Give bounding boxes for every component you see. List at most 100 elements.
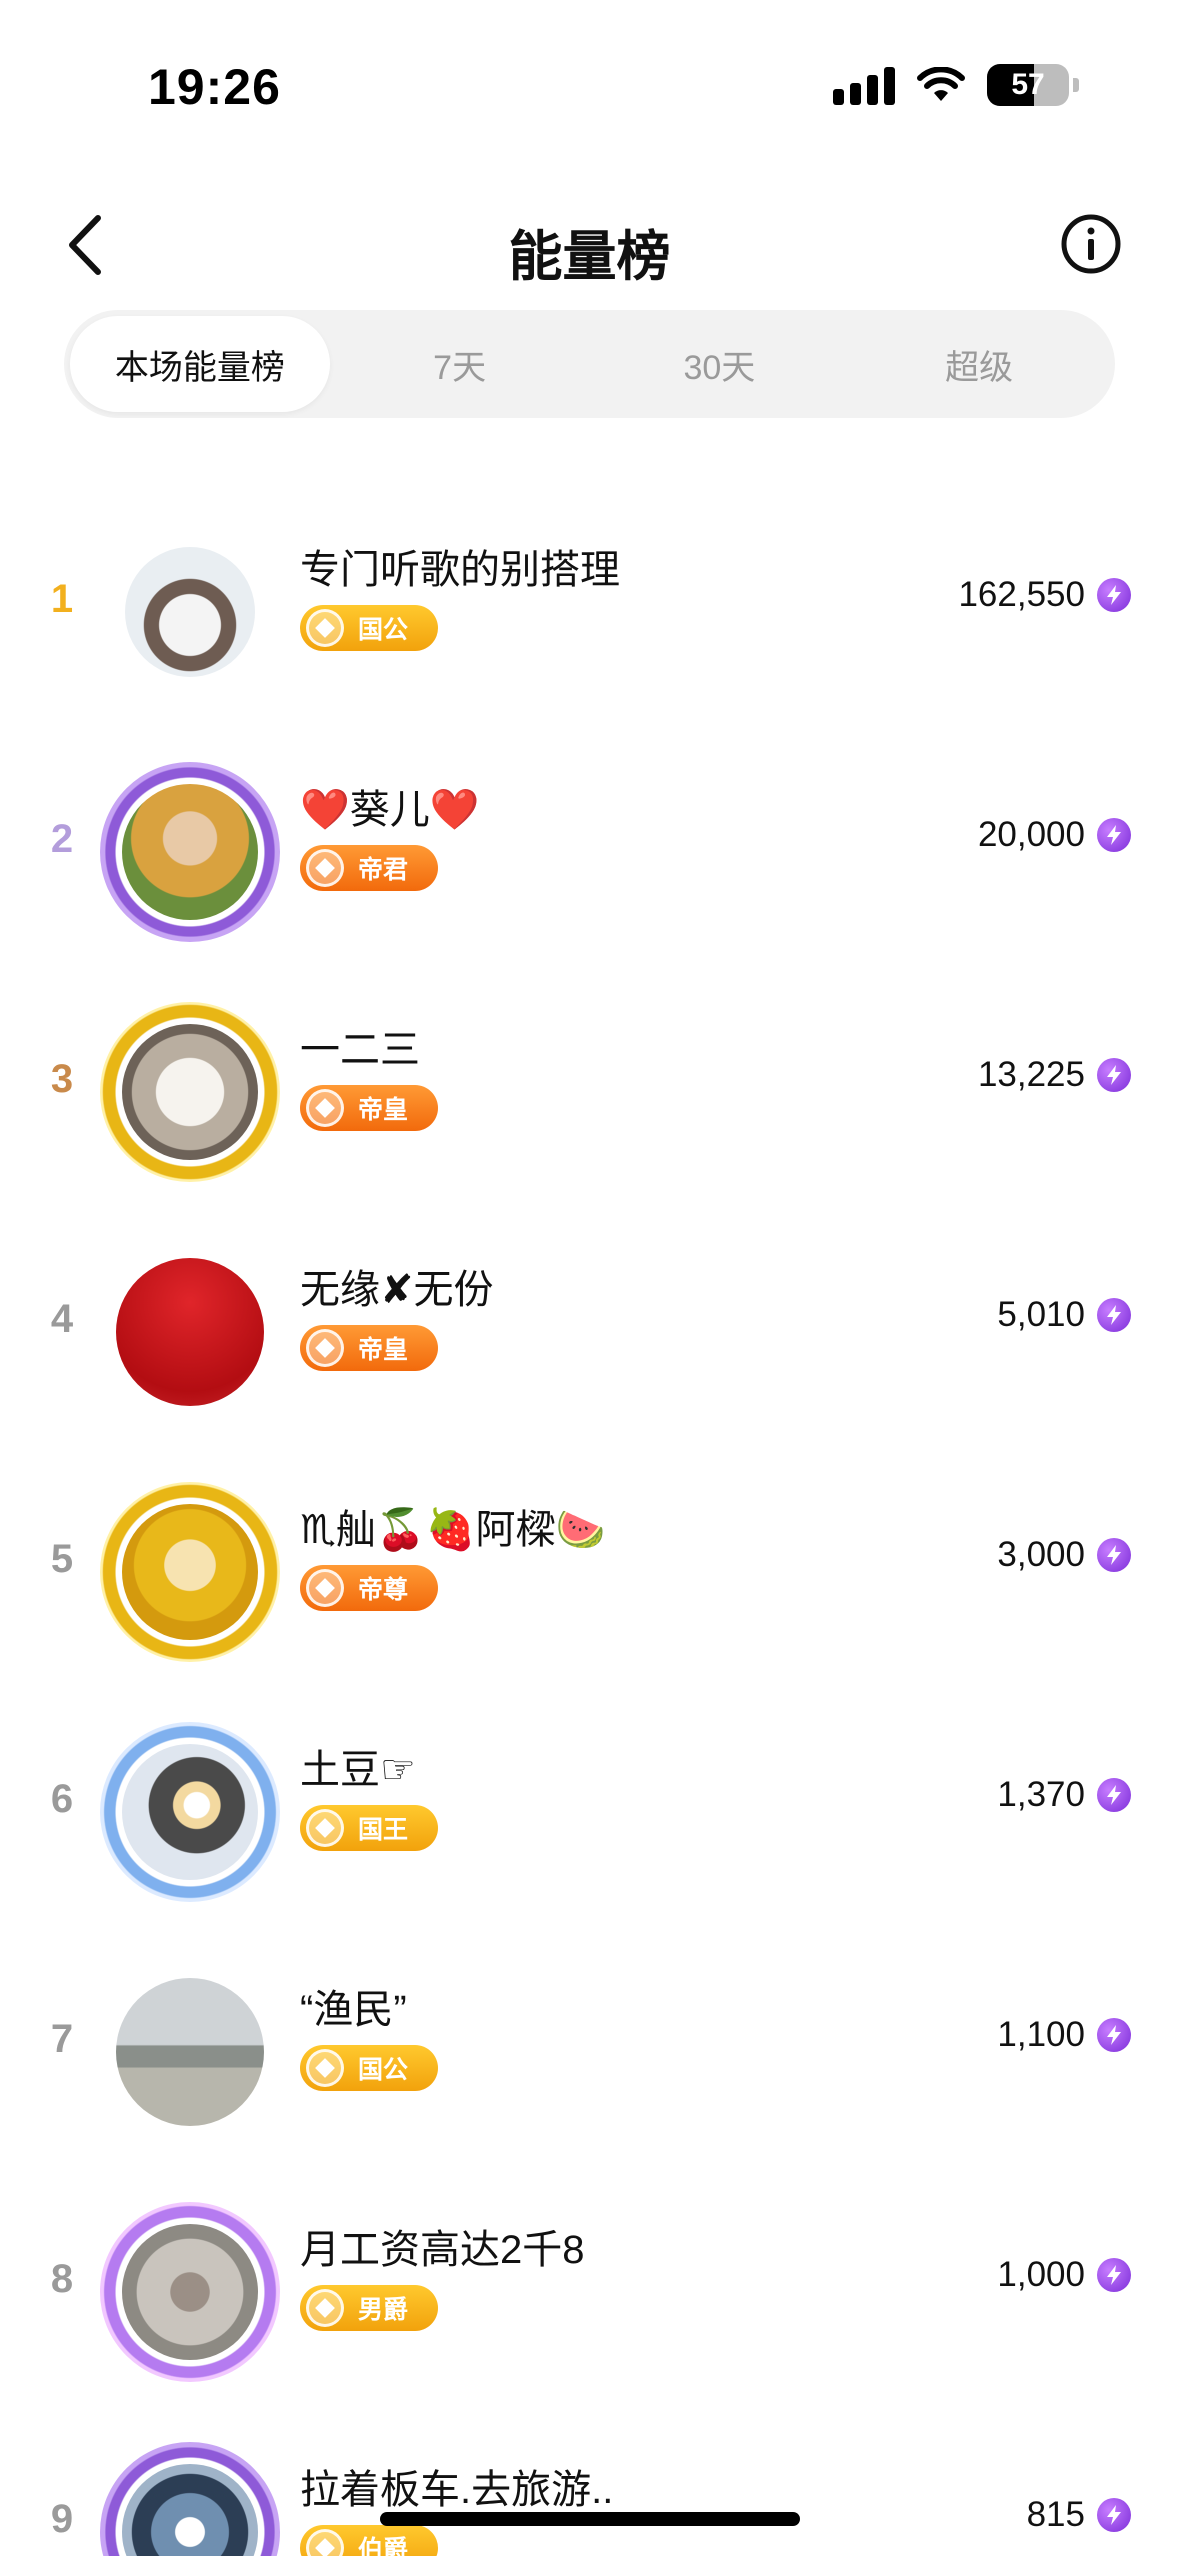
rank-badge: 国王 [300,1805,438,1851]
avatar[interactable] [100,1242,280,1422]
tab-30-days[interactable]: 30天 [590,316,850,412]
info-button[interactable] [1059,212,1123,276]
rank-number: 6 [50,1777,74,1821]
badge-emblem-icon [306,609,344,647]
score-value: 1,000 [997,2255,1085,2294]
avatar-image [116,1978,264,2126]
score-value: 1,370 [997,1775,1085,1814]
rank-badge: 帝皇 [300,1325,438,1371]
rank-number: 8 [50,2257,74,2301]
nav-bar: 能量榜 [0,190,1179,300]
rank-number: 4 [50,1297,74,1341]
score: 1,370 [997,1775,1131,1815]
tab-super[interactable]: 超级 [849,316,1109,412]
list-item[interactable]: 5 ♏舢🍒🍓阿樑🍉 帝尊 3,000 [0,1457,1179,1697]
rank-badge: 帝皇 [300,1085,438,1131]
avatar[interactable] [100,1962,280,2142]
status-bar: 19:26 57 [0,0,1179,170]
rank-badge: 帝尊 [300,1565,438,1611]
status-time: 19:26 [148,59,281,115]
list-item[interactable]: 4 无缘✘无份 帝皇 5,010 [0,1217,1179,1457]
list-item[interactable]: 3 一二三 帝皇 13,225 [0,977,1179,1217]
user-name: 专门听歌的别搭理 [300,548,620,592]
battery-percent: 57 [1011,68,1045,101]
score-value: 20,000 [977,815,1085,854]
badge-label: 帝皇 [358,1336,409,1364]
lightning-icon [1097,1298,1131,1332]
avatar-image [122,784,258,920]
list-item[interactable]: 7 “渔民” 国公 1,100 [0,1937,1179,2177]
user-name: ❤️葵儿❤️ [300,788,480,832]
tab-7-days[interactable]: 7天 [330,316,590,412]
avatar-image [122,1504,258,1640]
rank-number: 5 [50,1537,74,1581]
list-item[interactable]: 6 土豆☞ 国王 1,370 [0,1697,1179,1937]
badge-label: 国公 [358,616,409,644]
page-title: 能量榜 [508,227,671,287]
avatar[interactable] [100,2202,280,2382]
badge-label: 国公 [358,2056,409,2084]
user-name: 无缘✘无份 [300,1268,494,1312]
score: 1,100 [997,2015,1131,2055]
score-value: 815 [1026,2495,1085,2534]
lightning-icon [1097,818,1131,852]
wifi-icon [917,67,965,103]
avatar-image [122,2224,258,2360]
score: 162,550 [958,575,1131,615]
tab-current-session[interactable]: 本场能量榜 [70,316,330,412]
period-tabs: 本场能量榜 7天 30天 超级 [64,310,1115,418]
score: 815 [1027,2495,1131,2535]
avatar-image [116,1258,264,1406]
list-item[interactable]: 1 专门听歌的别搭理 国公 162,550 [0,497,1179,737]
lightning-icon [1097,1778,1131,1812]
rank-badge: 国公 [300,2045,438,2091]
info-icon [1061,214,1121,274]
leaderboard-list: 1 专门听歌的别搭理 国公 162,550 2 ❤️葵儿❤️ 帝君 20,000 [0,497,1179,2556]
avatar[interactable] [100,762,280,942]
avatar[interactable] [100,1722,280,1902]
list-item[interactable]: 9 拉着板车.去旅游.. 伯爵 815 [0,2417,1179,2556]
avatar[interactable] [100,2442,280,2556]
badge-emblem-icon [306,2289,344,2327]
home-indicator[interactable] [380,2512,800,2526]
badge-emblem-icon [306,1809,344,1847]
user-name: 月工资高达2千8 [300,2228,585,2272]
user-name: ♏舢🍒🍓阿樑🍉 [300,1508,606,1552]
rank-badge: 帝君 [300,845,438,891]
avatar-image [122,1024,258,1160]
badge-label: 男爵 [358,2296,409,2324]
score-value: 162,550 [958,575,1085,614]
score-value: 5,010 [997,1295,1085,1334]
badge-label: 国王 [358,1816,409,1844]
score-value: 1,100 [997,2015,1085,2054]
badge-emblem-icon [306,2529,344,2556]
badge-label: 帝君 [358,856,409,884]
lightning-icon [1097,2258,1131,2292]
rank-number: 1 [50,577,74,621]
list-item[interactable]: 8 月工资高达2千8 男爵 1,000 [0,2177,1179,2417]
avatar[interactable] [100,1482,280,1662]
lightning-icon [1097,1538,1131,1572]
lightning-icon [1097,1058,1131,1092]
lightning-icon [1097,578,1131,612]
battery-icon: 57 [987,64,1069,106]
score-value: 3,000 [997,1535,1085,1574]
user-name: 一二三 [300,1028,420,1072]
avatar[interactable] [100,1002,280,1182]
badge-emblem-icon [306,849,344,887]
rank-number: 7 [50,2017,74,2061]
avatar[interactable] [100,522,280,702]
user-name: “渔民” [300,1988,407,2032]
score: 20,000 [978,815,1131,855]
badge-label: 帝尊 [358,1576,409,1604]
rank-number: 9 [50,2497,74,2541]
lightning-icon [1097,2498,1131,2532]
badge-emblem-icon [306,2049,344,2087]
list-item[interactable]: 2 ❤️葵儿❤️ 帝君 20,000 [0,737,1179,977]
score: 5,010 [997,1295,1131,1335]
avatar-image [122,1744,258,1880]
score-value: 13,225 [977,1055,1085,1094]
badge-emblem-icon [306,1329,344,1367]
rank-number: 3 [50,1057,74,1101]
user-name: 土豆☞ [300,1748,416,1792]
